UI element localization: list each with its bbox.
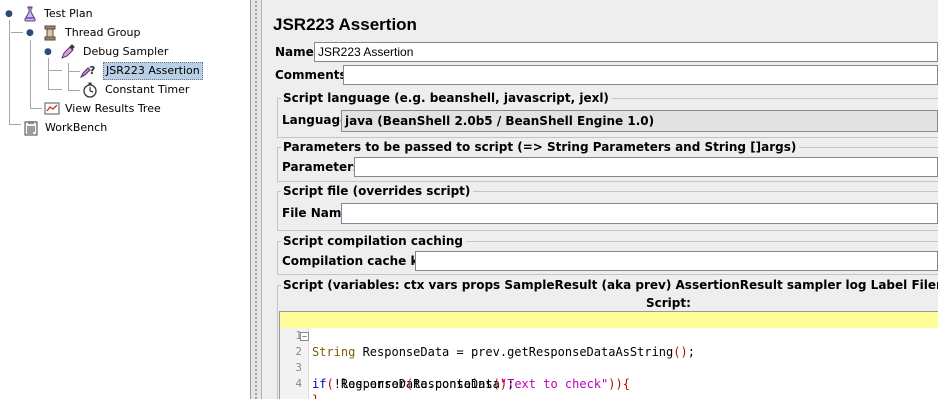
tree-connector — [68, 71, 80, 72]
parameters-label: Parameters: — [282, 160, 365, 174]
tree-node-constant-timer[interactable]: Constant Timer — [80, 81, 200, 99]
cache-key-row: Compilation cache key: — [282, 251, 938, 271]
tree-node-thread-group[interactable]: ● Thread Group — [26, 24, 166, 42]
file-name-row: File Name: — [282, 203, 938, 224]
tree-node-label: Thread Group — [65, 26, 141, 39]
tree-node-label: JSR223 Assertion — [103, 62, 203, 80]
tree-node-label: View Results Tree — [65, 102, 161, 115]
test-plan-tree[interactable]: ● Test Plan ● Thread Group ● Debug Sampl… — [0, 0, 251, 399]
tree-node-view-results-tree[interactable]: View Results Tree — [42, 100, 192, 118]
compilation-cache-group-title: Script compilation caching — [281, 234, 466, 248]
parameters-group-title: Parameters to be passed to script (=> St… — [281, 140, 800, 154]
language-select-value: java (BeanShell 2.0b5 / BeanShell Engine… — [345, 114, 655, 128]
name-field[interactable]: JSR223 Assertion — [314, 42, 938, 62]
code-text: } — [312, 392, 319, 399]
code-line-1[interactable]: 1 String ResponseData = prev.getResponse… — [280, 312, 938, 359]
file-name-field[interactable] — [341, 203, 938, 224]
code-line-3[interactable]: 3 log.error(ResponseData); — [280, 344, 938, 391]
code-line-2[interactable]: 2 − if(!ResponseData.contains("Text to c… — [280, 328, 938, 391]
tree-connector — [48, 89, 62, 90]
tree-node-label: WorkBench — [45, 121, 108, 134]
tree-connector — [48, 58, 49, 89]
tree-connector — [68, 63, 69, 90]
script-group-title: Script (variables: ctx vars props Sample… — [281, 278, 938, 292]
comments-row: Comments: — [275, 65, 938, 85]
clipboard-icon — [23, 120, 39, 136]
tree-node-label: Debug Sampler — [83, 45, 169, 58]
tree-node-label: Constant Timer — [105, 83, 190, 96]
split-pane-divider[interactable] — [251, 0, 262, 399]
spool-icon — [42, 25, 58, 41]
language-row: Language: java (BeanShell 2.0b5 / BeanSh… — [282, 110, 938, 132]
code-text: log.error(ResponseData); — [312, 377, 515, 391]
tree-connector — [9, 20, 10, 124]
script-editor[interactable]: 1 String ResponseData = prev.getResponse… — [279, 311, 938, 399]
expand-handle-icon[interactable]: ● — [5, 5, 15, 23]
parameters-row: Parameters: — [282, 157, 938, 177]
stopwatch-icon — [82, 82, 98, 98]
script-file-group-title: Script file (overrides script) — [281, 184, 474, 198]
tree-connector — [30, 108, 42, 109]
fold-collapse-icon[interactable]: − — [300, 332, 309, 341]
chart-icon — [44, 101, 60, 117]
tree-connector — [48, 70, 62, 71]
tree-node-jsr223-assertion[interactable]: ? JSR223 Assertion — [79, 62, 203, 80]
script-caption: Script: — [646, 296, 691, 310]
line-number: 4 — [295, 377, 302, 390]
name-label: Name: — [275, 45, 319, 59]
assertion-icon: ? — [79, 63, 96, 79]
tree-node-workbench[interactable]: WorkBench — [22, 119, 142, 137]
tree-node-debug-sampler[interactable]: ● Debug Sampler — [44, 43, 184, 61]
language-select[interactable]: java (BeanShell 2.0b5 / BeanShell Engine… — [341, 110, 938, 132]
parameters-field[interactable] — [354, 157, 938, 177]
code-line-4[interactable]: 4 } — [280, 360, 938, 399]
flask-icon — [22, 6, 38, 22]
script-language-group-title: Script language (e.g. beanshell, javascr… — [281, 91, 612, 105]
name-row: Name: JSR223 Assertion — [275, 42, 938, 62]
cache-key-field[interactable] — [415, 251, 938, 271]
divider-grip — [254, 0, 258, 399]
tree-node-test-plan[interactable]: ● Test Plan — [5, 5, 125, 23]
tree-node-label: Test Plan — [44, 7, 93, 20]
pipette-icon — [60, 44, 76, 60]
svg-text:?: ? — [89, 64, 95, 77]
expand-handle-icon[interactable]: ● — [26, 24, 36, 42]
tree-connector — [9, 124, 21, 125]
tree-connector — [68, 90, 80, 91]
tree-connector — [11, 32, 23, 33]
comments-field[interactable] — [343, 65, 938, 85]
assertion-editor: JSR223 Assertion Name: JSR223 Assertion … — [262, 0, 938, 399]
comments-label: Comments: — [275, 68, 352, 82]
expand-handle-icon[interactable]: ● — [44, 43, 54, 61]
page-title: JSR223 Assertion — [273, 15, 417, 34]
tree-connector — [30, 40, 31, 108]
